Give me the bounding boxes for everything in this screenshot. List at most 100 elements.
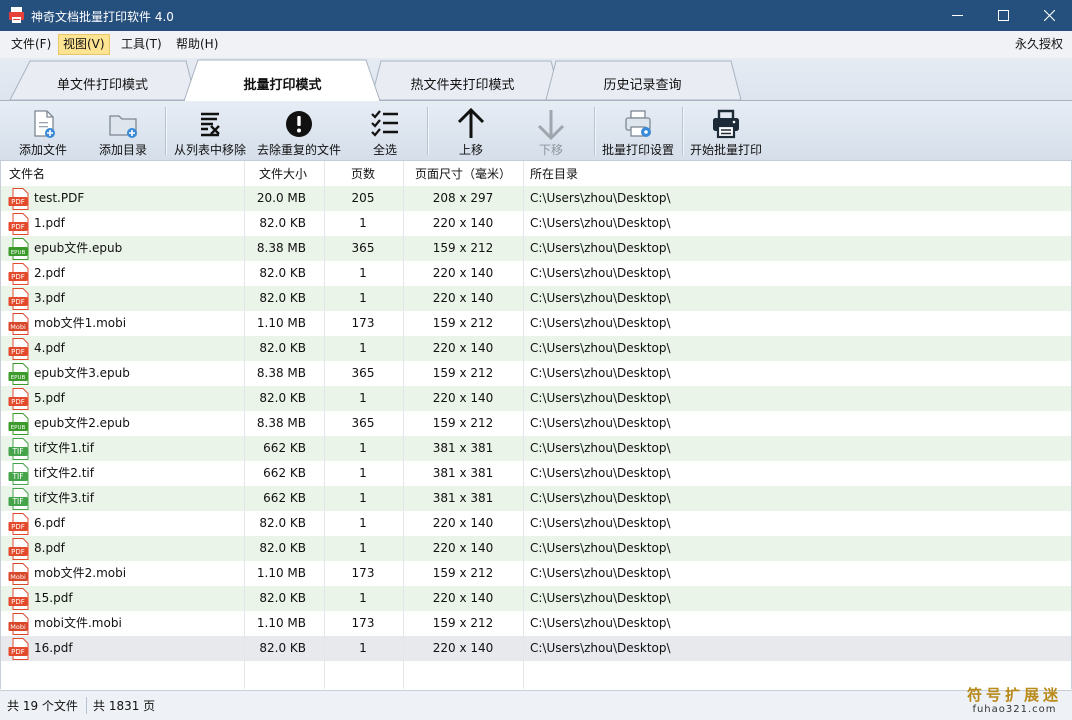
arrow-up-icon — [457, 108, 485, 138]
page-count-cell: 173 — [351, 316, 375, 330]
page-dimensions: 159 x 212 — [432, 416, 494, 430]
table-row[interactable]: TIF tif文件1.tif 662 KB 1 381 x 381 C:\Users\zh… — [1, 436, 1071, 461]
file-size: 662 KB — [263, 441, 306, 455]
file-size: 8.38 MB — [256, 416, 306, 430]
printer-settings-icon — [625, 110, 651, 137]
dedupe-button[interactable]: 去除重复的文件 — [254, 105, 344, 157]
print-settings-button[interactable]: 批量打印设置 — [598, 105, 678, 157]
file-directory: C:\Users\zhou\Desktop\ — [530, 491, 671, 505]
toolbar-separator — [427, 107, 429, 155]
table-row[interactable]: TIF tif文件2.tif 662 KB 1 381 x 381 C:\Users\zh… — [1, 461, 1071, 486]
table-row[interactable]: EPUB epub文件.epub 8.38 MB 365 159 x 212 C:\Use… — [1, 236, 1071, 261]
table-row[interactable]: Mobi mob文件2.mobi 1.10 MB 173 159 x 212 C:\Use… — [1, 561, 1071, 586]
table-row[interactable]: PDF test.PDF 20.0 MB 205 208 x 297 C:\Users\z… — [1, 186, 1071, 211]
page-count-cell: 1 — [359, 291, 367, 305]
start-print-label: 开始批量打印 — [689, 143, 762, 157]
tab-history[interactable]: 历史记录查询 — [565, 74, 720, 93]
move-down-button[interactable]: 下移 — [518, 105, 584, 157]
menu-tools[interactable]: 工具(T) — [117, 35, 166, 54]
file-size: 8.38 MB — [256, 241, 306, 255]
svg-text:PDF: PDF — [11, 548, 25, 556]
tab-hot-folder[interactable]: 热文件夹打印模式 — [385, 74, 540, 93]
remove-button[interactable]: 从列表中移除 — [171, 105, 249, 157]
table-row[interactable]: EPUB epub文件3.epub 8.38 MB 365 159 x 212 C:\Us… — [1, 361, 1071, 386]
file-name: 16.pdf — [34, 641, 73, 655]
file-size: 82.0 KB — [259, 516, 306, 530]
svg-text:PDF: PDF — [11, 648, 25, 656]
table-row[interactable]: TIF tif文件3.tif 662 KB 1 381 x 381 C:\Users\zh… — [1, 486, 1071, 511]
column-divider — [324, 186, 325, 689]
page-dimensions: 208 x 297 — [432, 191, 494, 205]
file-directory: C:\Users\zhou\Desktop\ — [530, 466, 671, 480]
svg-text:TIF: TIF — [11, 497, 23, 506]
add-folder-button[interactable]: 添加目录 — [90, 105, 156, 157]
page-dimensions: 159 x 212 — [432, 616, 494, 630]
menu-file[interactable]: 文件(F) — [7, 35, 55, 54]
table-row[interactable]: PDF 4.pdf 82.0 KB 1 220 x 140 C:\Users\zhou\D… — [1, 336, 1071, 361]
status-separator — [86, 697, 87, 714]
file-list[interactable]: 文件名 文件大小 页数 页面尺寸（毫米） 所在目录 PDF test.PDF 20.… — [0, 161, 1072, 689]
title-bar[interactable]: 神奇文档批量打印软件 4.0 — [0, 0, 1072, 31]
table-row[interactable]: Mobi mob文件1.mobi 1.10 MB 173 159 x 212 C:\Use… — [1, 311, 1071, 336]
file-name: 3.pdf — [34, 291, 65, 305]
pdf-file-icon: PDF — [8, 388, 29, 410]
page-count-cell: 1 — [359, 441, 367, 455]
svg-text:EPUB: EPUB — [11, 425, 26, 431]
move-up-button[interactable]: 上移 — [438, 105, 504, 157]
menu-view[interactable]: 视图(V) — [58, 34, 110, 55]
epub-file-icon: EPUB — [8, 413, 29, 435]
svg-text:PDF: PDF — [11, 273, 25, 281]
tab-single-file[interactable]: 单文件打印模式 — [30, 74, 175, 93]
file-directory: C:\Users\zhou\Desktop\ — [530, 191, 671, 205]
menu-bar: 文件(F) 视图(V) 工具(T) 帮助(H) 永久授权 — [0, 31, 1072, 59]
table-row[interactable]: PDF 6.pdf 82.0 KB 1 220 x 140 C:\Users\zhou\D… — [1, 511, 1071, 536]
svg-text:PDF: PDF — [11, 348, 25, 356]
file-name: mobi文件.mobi — [34, 616, 122, 630]
file-name: tif文件1.tif — [34, 441, 94, 455]
column-header-size[interactable]: 文件大小 — [245, 161, 325, 186]
table-row[interactable]: Mobi mobi文件.mobi 1.10 MB 173 159 x 212 C:\Use… — [1, 611, 1071, 636]
table-row[interactable]: PDF 15.pdf 82.0 KB 1 220 x 140 C:\Users\zhou\… — [1, 586, 1071, 611]
table-row[interactable]: PDF 3.pdf 82.0 KB 1 220 x 140 C:\Users\zhou\D… — [1, 286, 1071, 311]
table-row[interactable]: PDF 16.pdf 82.0 KB 1 220 x 140 C:\Users\zhou\… — [1, 636, 1071, 661]
mobi-file-icon: Mobi — [8, 313, 29, 335]
svg-text:EPUB: EPUB — [11, 375, 26, 381]
close-button[interactable] — [1026, 0, 1072, 31]
page-count-cell: 1 — [359, 341, 367, 355]
file-name: test.PDF — [34, 191, 85, 205]
file-directory: C:\Users\zhou\Desktop\ — [530, 366, 671, 380]
file-directory: C:\Users\zhou\Desktop\ — [530, 316, 671, 330]
table-row[interactable]: PDF 1.pdf 82.0 KB 1 220 x 140 C:\Users\zhou\D… — [1, 211, 1071, 236]
license-status[interactable]: 永久授权 — [1015, 35, 1063, 54]
table-row[interactable]: PDF 8.pdf 82.0 KB 1 220 x 140 C:\Users\zhou\D… — [1, 536, 1071, 561]
window-title: 神奇文档批量打印软件 4.0 — [31, 10, 174, 24]
table-row[interactable]: EPUB epub文件2.epub 8.38 MB 365 159 x 212 C:\Us… — [1, 411, 1071, 436]
file-size: 82.0 KB — [259, 641, 306, 655]
menu-help[interactable]: 帮助(H) — [172, 35, 222, 54]
pdf-file-icon: PDF — [8, 213, 29, 235]
tif-file-icon: TIF — [8, 488, 29, 510]
add-file-button[interactable]: 添加文件 — [10, 105, 76, 157]
file-name: 6.pdf — [34, 516, 65, 530]
page-dimensions: 220 x 140 — [432, 516, 494, 530]
start-print-button[interactable]: 开始批量打印 — [687, 105, 765, 157]
svg-text:PDF: PDF — [11, 598, 25, 606]
file-name: epub文件.epub — [34, 241, 123, 255]
column-header-pages[interactable]: 页数 — [325, 161, 404, 186]
file-directory: C:\Users\zhou\Desktop\ — [530, 591, 671, 605]
table-row[interactable]: PDF 5.pdf 82.0 KB 1 220 x 140 C:\Users\zhou\D… — [1, 386, 1071, 411]
minimize-button[interactable] — [934, 0, 980, 31]
maximize-button[interactable] — [980, 0, 1026, 31]
column-header-dimensions[interactable]: 页面尺寸（毫米） — [404, 161, 524, 186]
column-header-directory[interactable]: 所在目录 — [524, 161, 1071, 186]
page-dimensions: 381 x 381 — [432, 491, 494, 505]
column-header-name[interactable]: 文件名 — [1, 161, 245, 186]
printer-icon — [713, 109, 739, 139]
tab-batch[interactable]: 批量打印模式 — [200, 74, 365, 93]
page-count-cell: 173 — [351, 566, 375, 580]
file-directory: C:\Users\zhou\Desktop\ — [530, 416, 671, 430]
file-name: epub文件3.epub — [34, 366, 130, 380]
table-row[interactable]: PDF 2.pdf 82.0 KB 1 220 x 140 C:\Users\zhou\D… — [1, 261, 1071, 286]
page-count-cell: 1 — [359, 466, 367, 480]
select-all-button[interactable]: 全选 — [353, 105, 417, 157]
